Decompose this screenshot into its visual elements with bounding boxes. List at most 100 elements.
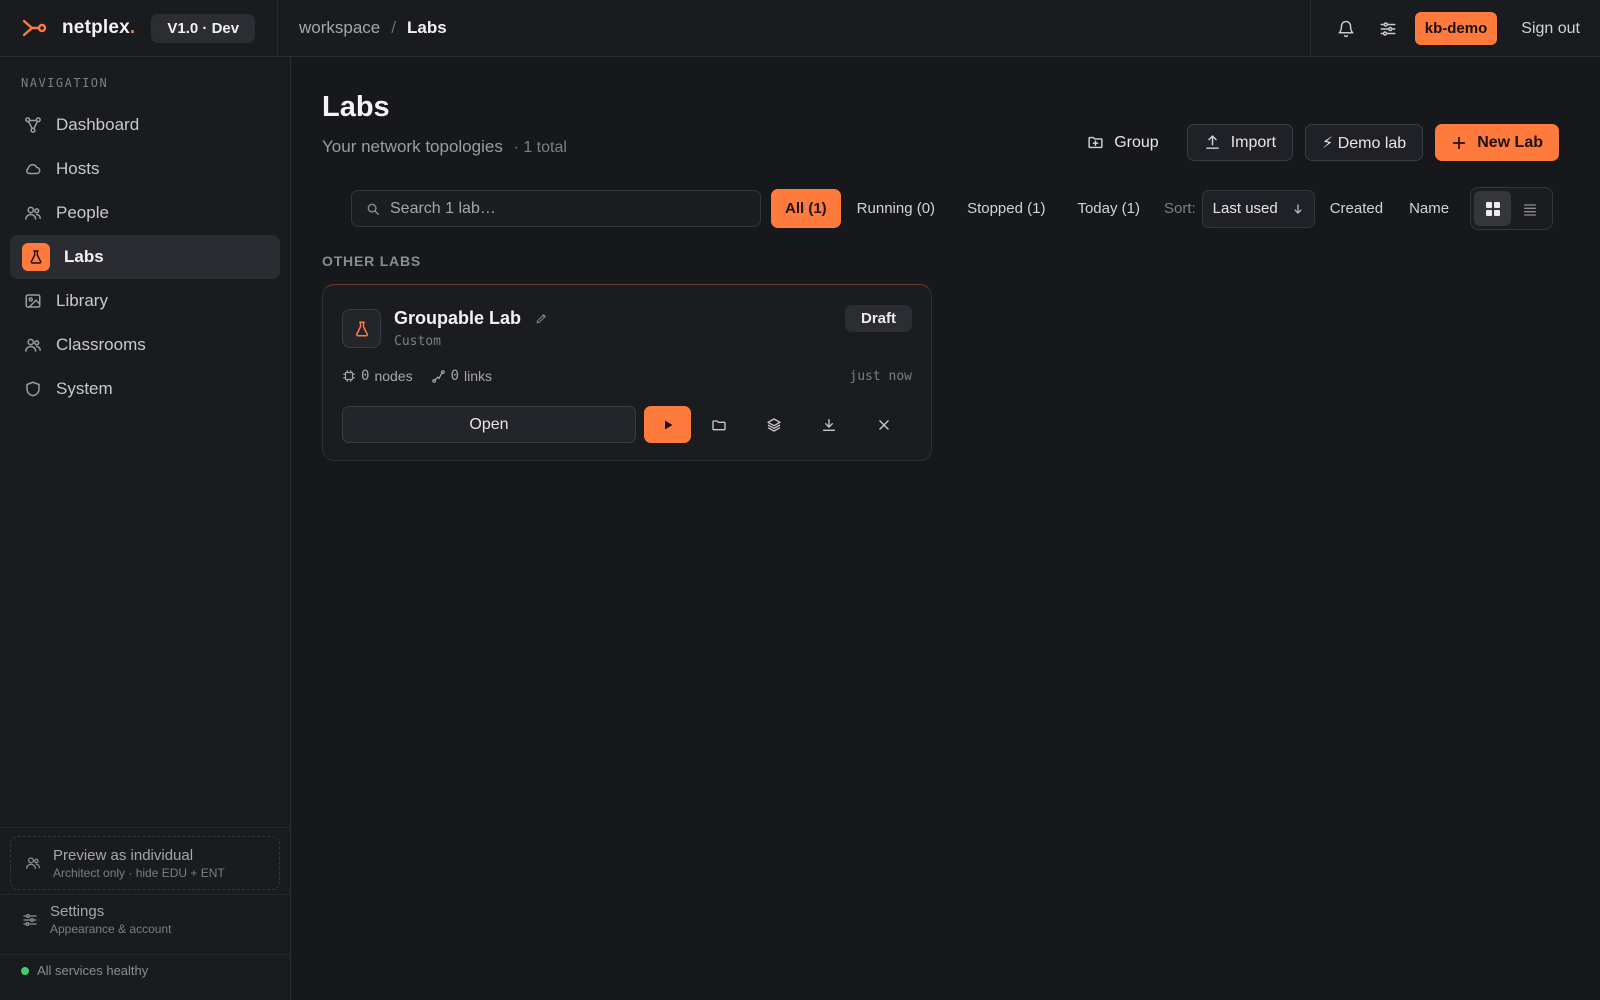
preview-as-individual-toggle[interactable]: Preview as individual Architect only · h… [10,836,280,890]
sidebar-item-labs[interactable]: Labs [10,235,280,279]
link-icon [431,369,446,384]
pencil-icon[interactable] [535,312,548,325]
folder-icon[interactable] [691,406,746,443]
breadcrumb-workspace[interactable]: workspace [299,18,380,38]
search-box [351,190,761,227]
new-lab-label: New Lab [1477,133,1543,151]
health-status: All services healthy [21,963,148,978]
sidebar-item-dashboard[interactable]: Dashboard [10,103,280,147]
lab-meta: 0 nodes 0 links [342,368,510,384]
import-label: Import [1230,133,1277,151]
version-pill[interactable]: V1.0 · Dev [151,13,256,43]
brand-name[interactable]: netplex. [62,17,135,39]
page-subtitle: Your network topologies · 1 total [322,137,567,157]
user-badge[interactable]: kb-demo [1414,12,1498,45]
list-view-icon[interactable] [1511,191,1548,226]
layers-icon[interactable] [746,406,801,443]
grid-view-icon[interactable] [1474,191,1512,226]
image-icon [24,292,42,310]
play-icon[interactable] [644,406,691,443]
top-right-controls: kb-demo Sign out [1309,0,1600,57]
settings-title: Settings [50,903,105,920]
lab-title-text: Groupable Lab [394,308,522,328]
sidebar-divider [0,894,290,895]
chip-icon [342,369,356,383]
group-button[interactable]: Group [1071,124,1174,161]
shield-icon [24,380,42,398]
filter-running[interactable]: Running (0) [841,189,951,228]
health-text: All services healthy [37,963,149,978]
import-button[interactable]: Import [1186,124,1294,161]
sidebar-item-label: People [56,203,109,222]
sidebar-item-system[interactable]: System [10,367,280,411]
sidebar: NAVIGATION Dashboard Hosts People Labs L… [0,57,291,1000]
topology-icon [24,116,42,134]
preview-subtitle: Architect only · hide EDU + ENT [53,865,225,880]
close-icon[interactable] [856,406,911,443]
lab-type: Custom [394,334,441,349]
upload-icon [1204,134,1231,151]
sort-label: Sort: [1163,200,1196,217]
nodes-stat: 0 nodes [342,368,413,384]
sort-select[interactable]: Last used [1201,189,1315,228]
plus-icon [1451,135,1477,151]
links-label: links [464,368,493,384]
settings-subtitle: Appearance & account [50,922,172,936]
section-title: OTHER LABS [322,253,421,269]
lab-card-actions: Open [342,406,911,443]
sort-created[interactable]: Created [1317,200,1396,217]
lab-card[interactable]: Groupable Lab Custom Draft 0 nodes 0 lin… [322,284,932,461]
sort-selected: Last used [1212,200,1278,217]
open-lab-button[interactable]: Open [342,406,636,443]
new-lab-button[interactable]: New Lab [1435,124,1559,161]
search-icon [366,202,380,216]
status-dot-icon [21,966,29,975]
links-stat: 0 links [431,368,492,384]
nodes-count: 0 [361,368,370,384]
sliders-icon[interactable] [1367,8,1409,50]
lab-title: Groupable Lab [394,308,548,329]
sidebar-item-classrooms[interactable]: Classrooms [10,323,280,367]
sidebar-item-library[interactable]: Library [10,279,280,323]
lab-count: · 1 total [513,139,567,156]
sidebar-item-label: Dashboard [56,115,140,134]
preview-title: Preview as individual [53,846,194,864]
sliders-icon [22,912,38,928]
breadcrumb-separator: / [391,18,396,37]
nav-list: Dashboard Hosts People Labs Library Clas… [10,103,280,411]
top-bar: netplex. V1.0 · Dev workspace / Labs kb-… [0,0,1600,57]
brand: netplex. V1.0 · Dev [0,0,278,57]
sidebar-item-label: Hosts [56,159,100,178]
lab-timestamp: just now [849,369,912,384]
sign-out-button[interactable]: Sign out [1521,20,1580,38]
page-actions: Group Import ⚡ Demo lab New Lab [1071,124,1559,161]
search-input[interactable] [390,199,750,218]
download-icon[interactable] [801,406,856,443]
flask-icon [342,309,381,348]
cloud-icon [24,160,42,178]
netplex-logo-icon [22,18,48,38]
view-toggle [1470,187,1554,230]
group-label: Group [1114,133,1159,151]
page-title: Labs [322,91,390,123]
people-icon [24,204,42,222]
demo-lab-button[interactable]: ⚡ Demo lab [1305,124,1424,161]
status-badge: Draft [844,305,912,332]
people-icon [25,855,41,871]
nodes-label: nodes [374,368,413,384]
breadcrumb-current: Labs [407,18,447,37]
links-count: 0 [450,368,460,384]
filter-today[interactable]: Today (1) [1061,189,1156,228]
sidebar-item-label: Classrooms [56,335,146,354]
filter-stopped[interactable]: Stopped (1) [951,189,1061,228]
settings-link[interactable]: Settings Appearance & account [22,903,171,936]
bell-icon[interactable] [1325,8,1367,50]
page-subtitle-text: Your network topologies [322,137,503,156]
sort-name[interactable]: Name [1396,200,1462,217]
sidebar-item-label: Labs [64,247,104,266]
sidebar-item-people[interactable]: People [10,191,280,235]
filter-all[interactable]: All (1) [771,189,841,228]
sidebar-divider [0,827,290,828]
demo-lab-label: ⚡ Demo lab [1322,134,1407,152]
sidebar-item-hosts[interactable]: Hosts [10,147,280,191]
